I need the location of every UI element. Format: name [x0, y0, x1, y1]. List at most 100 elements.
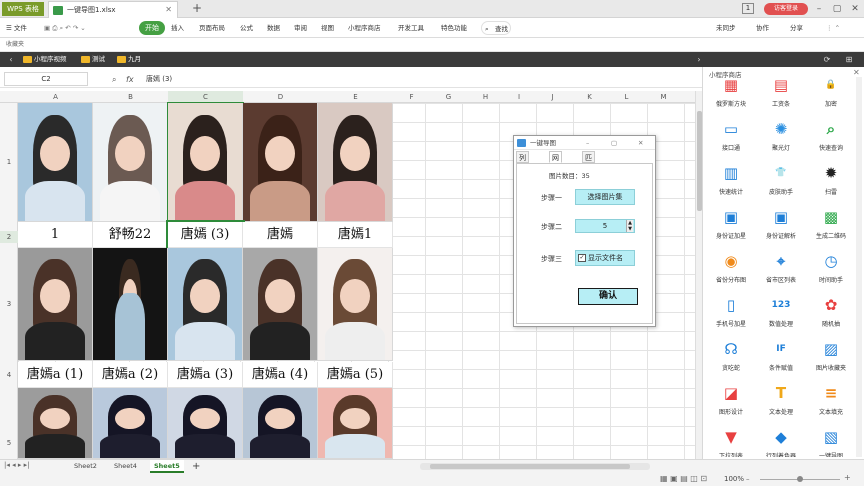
miniapp-item[interactable]: ◉ 省份分布图	[706, 245, 756, 295]
dialog-close-icon[interactable]: ✕	[638, 136, 643, 150]
column-header-j[interactable]: J	[534, 91, 571, 103]
image-cell-b5[interactable]	[93, 388, 168, 459]
menu-data[interactable]: 数据	[267, 18, 280, 38]
column-header-c[interactable]: C	[168, 91, 243, 103]
zoom-level[interactable]: 100%	[724, 475, 744, 483]
image-cell-d5[interactable]	[243, 388, 318, 459]
caption-cell-a4[interactable]: 唐嫣a (1)	[18, 362, 93, 388]
collaborate-button[interactable]: 协作	[756, 18, 769, 38]
back-icon[interactable]: ‹	[4, 52, 18, 67]
forward-icon[interactable]: ›	[692, 52, 706, 67]
quick-access-toolbar[interactable]: ▣ ⎙ ⌕ ↶ ↷ ⌄	[44, 18, 86, 38]
columns-stepper[interactable]: 5 ▲ ▼	[575, 219, 635, 233]
menu-special-features[interactable]: 特色功能	[441, 18, 467, 38]
more-options-icon[interactable]: ⋮ ⌃	[826, 18, 840, 38]
app-tab[interactable]: WPS 表格	[2, 2, 44, 16]
formula-input[interactable]: 唐嫣 (3)	[146, 71, 172, 88]
menu-start[interactable]: 开始	[139, 21, 165, 35]
close-tab-icon[interactable]: ✕	[165, 2, 172, 18]
miniapp-item[interactable]: ✺ 聚光灯	[756, 113, 806, 163]
caption-cell-b4[interactable]: 唐嫣a (2)	[93, 362, 168, 388]
name-box[interactable]: C2	[4, 72, 88, 86]
row-header-3[interactable]: 3	[0, 300, 18, 308]
tab-column-mode[interactable]: 列模式	[516, 151, 529, 186]
tab-match-mode[interactable]: 匹配模式	[582, 151, 595, 198]
nav-folder-videos[interactable]: 小程序视频	[22, 53, 67, 66]
column-header-b[interactable]: B	[93, 91, 168, 103]
pin-icon[interactable]: ⊞	[842, 52, 856, 67]
miniapp-item[interactable]: ▣ 身份证加星	[706, 201, 756, 251]
caption-cell-c2[interactable]: 唐嫣 (3)	[166, 220, 245, 250]
minimize-icon[interactable]: –	[812, 1, 826, 17]
menu-developer-tools[interactable]: 开发工具	[398, 18, 424, 38]
column-header-h[interactable]: H	[467, 91, 504, 103]
column-header-d[interactable]: D	[243, 91, 318, 103]
caption-cell-d4[interactable]: 唐嫣a (4)	[243, 362, 318, 388]
zoom-slider-thumb[interactable]	[797, 476, 803, 482]
miniapp-item[interactable]: ⌖ 省市区列表	[756, 245, 806, 295]
miniapp-item[interactable]: ▥ 快速统计	[706, 157, 756, 207]
horizontal-scrollbar[interactable]	[420, 463, 650, 470]
row-header-1[interactable]: 1	[0, 158, 18, 166]
menu-insert[interactable]: 插入	[171, 18, 184, 38]
image-cell-a5[interactable]	[18, 388, 93, 459]
column-header-g[interactable]: G	[430, 91, 467, 103]
maximize-icon[interactable]: ▢	[830, 1, 844, 17]
caption-cell-a2[interactable]: 1	[18, 222, 93, 248]
sync-status[interactable]: 未同步	[716, 18, 736, 38]
caption-cell-d2[interactable]: 唐嫣	[243, 222, 318, 248]
miniapp-item[interactable]: IF 条件赋值	[756, 333, 806, 383]
miniapp-item[interactable]: 👕 皮肤助手	[756, 157, 806, 207]
image-cell-c1[interactable]	[167, 102, 244, 223]
miniapp-item[interactable]: ☊ 贪吃蛇	[706, 333, 756, 383]
caption-cell-b2[interactable]: 舒畅22	[93, 222, 168, 248]
nav-folder-test[interactable]: 测试	[80, 53, 105, 66]
new-tab-icon[interactable]: +	[192, 2, 202, 15]
miniapp-item[interactable]: T 文本处理	[756, 377, 806, 427]
column-header-i[interactable]: I	[504, 91, 534, 103]
grid-vertical-scrollbar[interactable]	[695, 91, 702, 459]
add-sheet-icon[interactable]: +	[188, 460, 204, 473]
miniapp-item[interactable]: ▯ 手机号加星	[706, 289, 756, 339]
caption-cell-e4[interactable]: 唐嫣a (5)	[318, 362, 393, 388]
menu-formula[interactable]: 公式	[240, 18, 253, 38]
show-filename-checkbox[interactable]: ✓ 显示文件名	[575, 250, 635, 266]
miniapp-item[interactable]: ◷ 时间助手	[806, 245, 856, 295]
zoom-in-icon[interactable]: +	[844, 473, 851, 482]
view-mode-icons[interactable]: ▦ ▣ ▤ ◫ ⊡	[660, 474, 707, 483]
column-header-l[interactable]: L	[608, 91, 645, 103]
confirm-button[interactable]: 确认	[578, 288, 638, 305]
checkbox-icon[interactable]: ✓	[578, 254, 586, 262]
refresh-icon[interactable]: ⟳	[820, 52, 834, 67]
row-header-5[interactable]: 5	[0, 439, 18, 447]
sheet-tab-2[interactable]: Sheet2	[70, 460, 101, 473]
miniapp-item[interactable]: ▧ 一键导图	[806, 421, 856, 457]
column-header-k[interactable]: K	[571, 91, 608, 103]
column-header-f[interactable]: F	[393, 91, 430, 103]
page-badge[interactable]: 1	[742, 3, 754, 14]
document-tab[interactable]: 一键导图1.xlsx ✕	[48, 1, 178, 18]
image-cell-e5[interactable]	[318, 388, 393, 459]
miniapp-item[interactable]: ✿ 随机抽	[806, 289, 856, 339]
image-cell-e1[interactable]	[318, 103, 393, 222]
menu-review[interactable]: 审阅	[294, 18, 307, 38]
image-cell-b1[interactable]	[93, 103, 168, 222]
row-header-4[interactable]: 4	[0, 371, 18, 379]
nav-folder-september[interactable]: 九月	[116, 53, 141, 66]
image-cell-b3[interactable]	[93, 248, 168, 361]
menu-miniapp-store[interactable]: 小程序商店	[348, 18, 381, 38]
function-icon[interactable]: fx	[126, 71, 134, 88]
zoom-slider[interactable]	[760, 476, 840, 482]
select-images-button[interactable]: 选择图片集	[575, 189, 635, 205]
menu-file[interactable]: ☰ 文件	[6, 18, 27, 38]
dialog-maximize-icon[interactable]: ▢	[611, 136, 617, 150]
zoom-formula-icon[interactable]: ⌕	[112, 71, 116, 88]
sheet-tab-5[interactable]: Sheet5	[150, 460, 184, 473]
menu-view[interactable]: 视图	[321, 18, 334, 38]
panel-close-icon[interactable]: ✕	[853, 68, 860, 77]
miniapp-item[interactable]: ▩ 生成二维码	[806, 201, 856, 251]
miniapp-item[interactable]: ≡ 文本填充	[806, 377, 856, 427]
miniapp-item[interactable]: ⌕ 快速查询	[806, 113, 856, 163]
column-header-a[interactable]: A	[18, 91, 93, 103]
search-button[interactable]: ⌕ 查找	[481, 21, 511, 35]
